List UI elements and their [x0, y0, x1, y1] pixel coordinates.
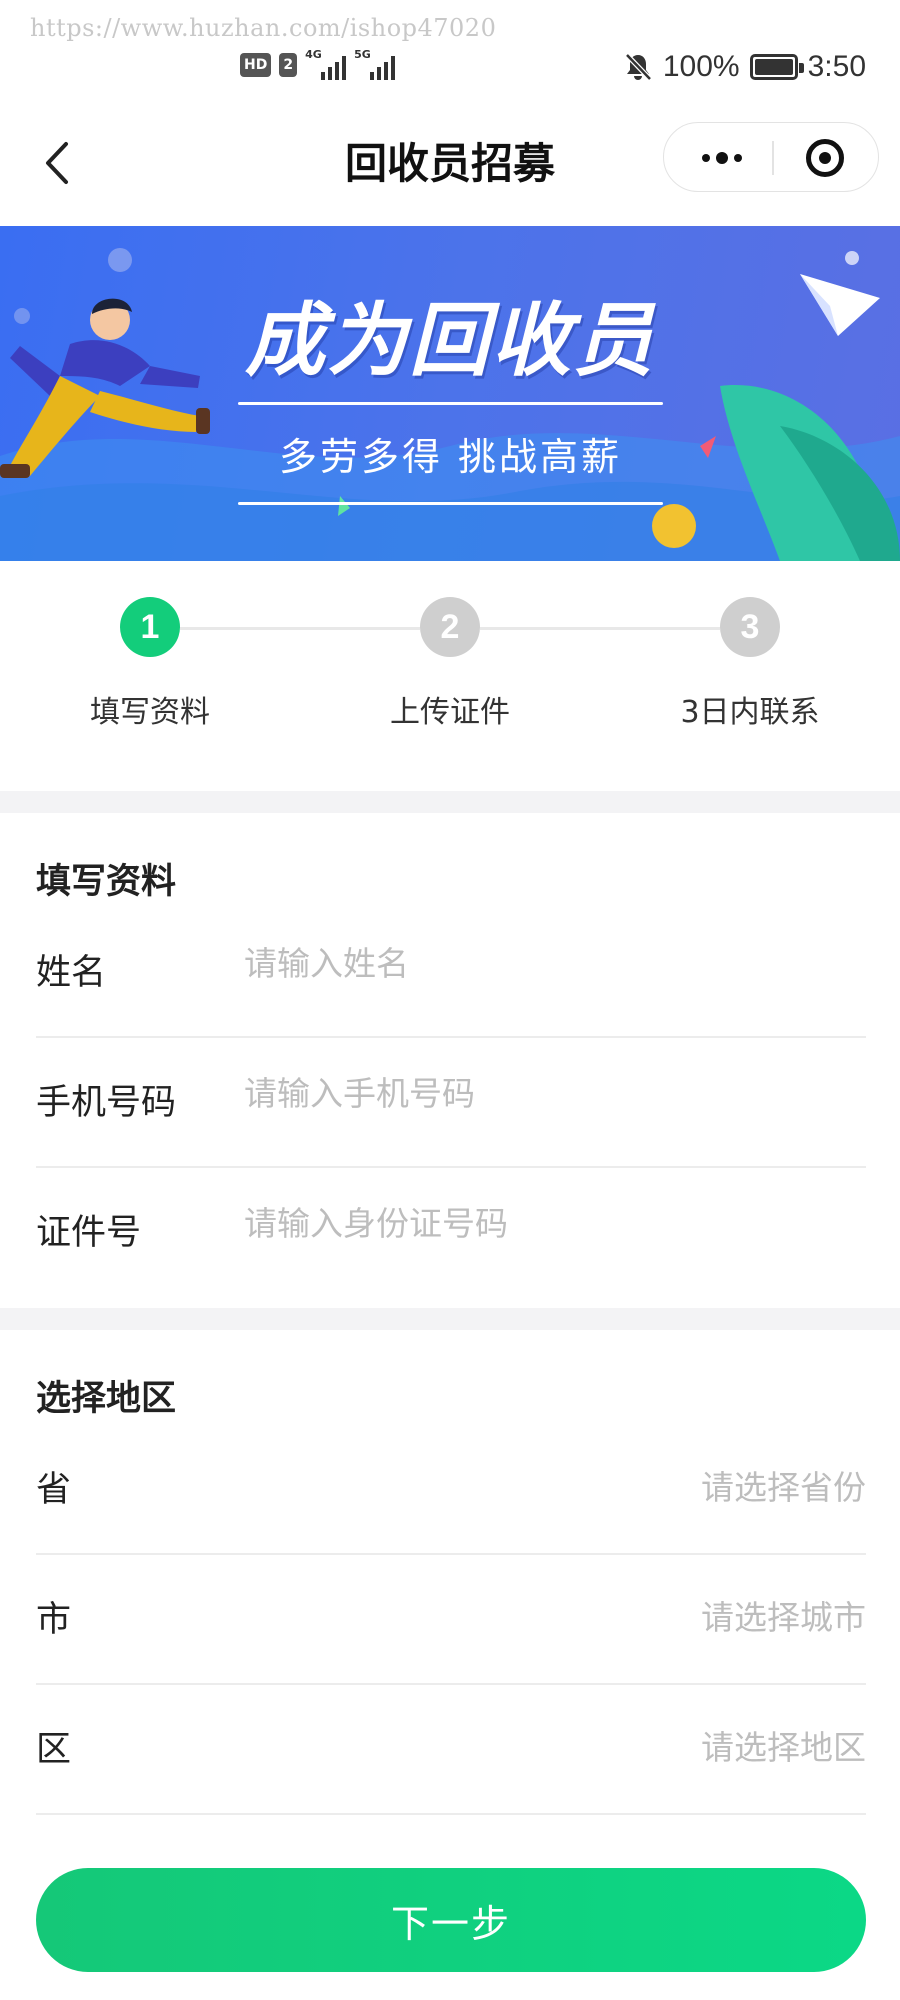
province-select[interactable]: 请选择省份	[701, 1461, 866, 1509]
step-2: 2 上传证件	[330, 597, 570, 731]
field-label: 市	[36, 1600, 72, 1640]
banner-divider-top	[238, 402, 663, 405]
more-icon[interactable]	[694, 139, 750, 177]
battery-percent: 100%	[662, 50, 740, 83]
network-label-1: 4G	[305, 48, 322, 61]
section-divider	[0, 1308, 900, 1330]
next-step-button[interactable]: 下一步	[36, 1868, 866, 1972]
step-label: 上传证件	[390, 695, 510, 730]
region-section: 选择地区 省 请选择省份 市 请选择城市 区 请选择地区	[0, 1330, 900, 1850]
id-number-input[interactable]	[244, 1198, 844, 1248]
step-number: 2	[420, 597, 480, 657]
bell-muted-icon	[625, 53, 652, 81]
status-right: 100% 3:50	[623, 50, 866, 84]
step-3: 3 3日内联系	[630, 597, 870, 731]
banner-divider-bottom	[238, 502, 663, 505]
step-number: 3	[720, 597, 780, 657]
network-label-2: 5G	[354, 48, 371, 61]
banner-subtitle: 多劳多得 挑战高薪	[278, 435, 623, 479]
status-bar: HD 2 4G 5G 100% 3:50	[0, 0, 900, 100]
province-row[interactable]: 省 请选择省份	[36, 1425, 866, 1555]
field-label: 证件号	[36, 1213, 142, 1253]
battery-level	[754, 59, 793, 75]
district-select[interactable]: 请选择地区	[701, 1721, 866, 1769]
banner-title: 成为回收员	[245, 294, 655, 387]
id-number-row: 证件号	[36, 1168, 866, 1298]
sim-badge: 2	[279, 53, 298, 77]
field-label: 姓名	[36, 953, 107, 993]
info-section: 填写资料 姓名 手机号码 证件号	[0, 813, 900, 1308]
capsule-divider	[772, 141, 774, 175]
status-left: HD 2 4G 5G	[240, 48, 396, 80]
step-label: 3日内联系	[680, 695, 820, 730]
signal-icon: 4G	[305, 48, 347, 80]
battery-icon	[749, 54, 804, 80]
name-input[interactable]	[244, 938, 844, 988]
section-divider	[0, 791, 900, 813]
progress-steps: 1 填写资料 2 上传证件 3 3日内联系	[0, 561, 900, 791]
field-label: 省	[36, 1470, 72, 1510]
section-title: 填写资料	[36, 862, 177, 902]
nav-bar: 回收员招募	[0, 100, 900, 226]
clock: 3:50	[807, 50, 866, 83]
city-select[interactable]: 请选择城市	[701, 1591, 866, 1639]
field-label: 手机号码	[36, 1083, 177, 1123]
field-label: 区	[36, 1730, 72, 1770]
mini-program-capsule	[663, 122, 879, 192]
phone-row: 手机号码	[36, 1038, 866, 1168]
hd-badge: HD	[240, 53, 272, 77]
step-label: 填写资料	[90, 695, 210, 730]
name-row: 姓名	[36, 908, 866, 1038]
phone-input[interactable]	[244, 1068, 844, 1118]
banner: 成为回收员 多劳多得 挑战高薪	[0, 226, 900, 561]
step-1: 1 填写资料	[30, 597, 270, 731]
target-icon[interactable]	[806, 139, 844, 177]
district-row[interactable]: 区 请选择地区	[36, 1685, 866, 1815]
city-row[interactable]: 市 请选择城市	[36, 1555, 866, 1685]
paper-plane-icon	[800, 274, 880, 336]
signal-icon: 5G	[354, 48, 396, 80]
section-title: 选择地区	[36, 1379, 177, 1419]
step-number: 1	[120, 597, 180, 657]
